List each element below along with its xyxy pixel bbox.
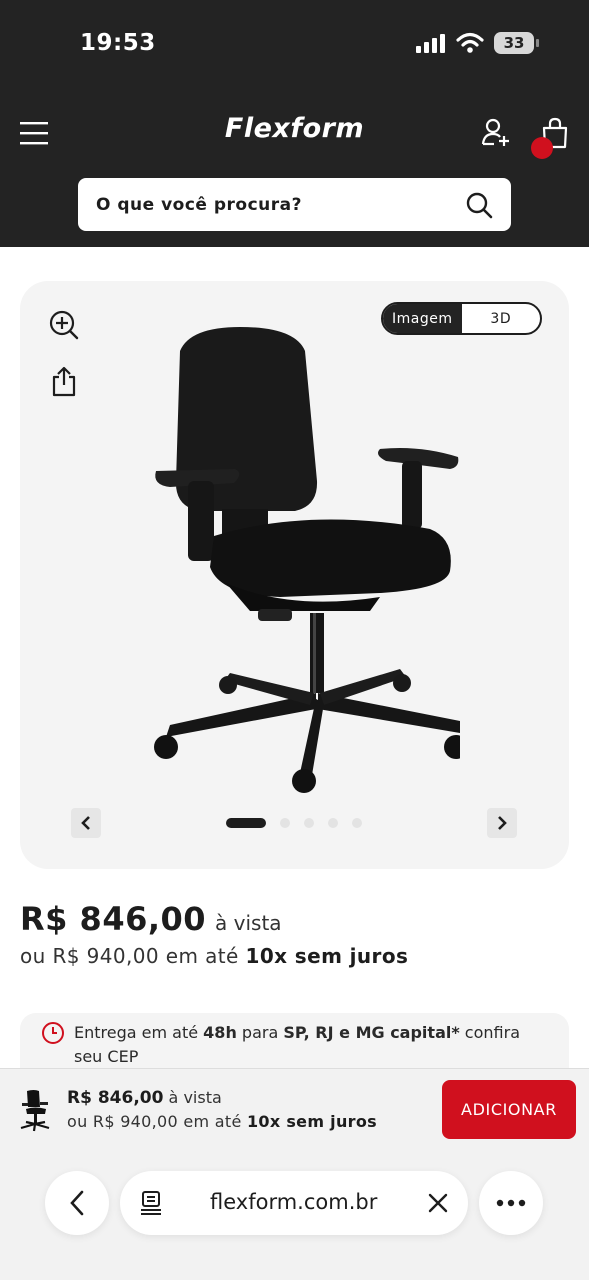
delivery-text-1: Entrega em até xyxy=(74,1023,204,1042)
battery-nub xyxy=(536,39,539,47)
gallery-next-button[interactable] xyxy=(487,808,517,838)
browser-url: flexform.com.br xyxy=(210,1190,378,1214)
reader-mode-icon[interactable] xyxy=(140,1190,164,1216)
sticky-price: R$ 846,00 à vista ou R$ 940,00 em até 10… xyxy=(67,1088,377,1131)
installment-price: ou R$ 940,00 em até 10x sem juros xyxy=(20,944,408,968)
search-input[interactable] xyxy=(96,194,465,215)
battery-indicator: 33 xyxy=(494,32,534,54)
price-block: R$ 846,00 à vista ou R$ 940,00 em até 10… xyxy=(20,900,408,968)
chevron-left-icon xyxy=(81,816,90,830)
zoom-in-icon[interactable] xyxy=(48,309,80,341)
product-thumbnail xyxy=(20,1090,50,1132)
delivery-text-2: para xyxy=(236,1023,284,1042)
user-add-icon[interactable] xyxy=(480,116,512,148)
browser-address-bar[interactable]: flexform.com.br xyxy=(120,1171,468,1235)
search-icon[interactable] xyxy=(465,191,493,219)
gallery-dot-5[interactable] xyxy=(352,818,362,828)
sticky-installment-prefix: ou R$ 940,00 em até xyxy=(67,1112,242,1131)
search-bar[interactable] xyxy=(78,178,511,231)
sticky-add-to-cart-bar: R$ 846,00 à vista ou R$ 940,00 em até 10… xyxy=(0,1068,589,1280)
share-icon[interactable] xyxy=(50,365,78,397)
signal-icon xyxy=(416,34,445,53)
add-to-cart-button[interactable]: ADICIONAR xyxy=(442,1080,576,1139)
cash-price: R$ 846,00 xyxy=(20,900,207,938)
delivery-time: 48h xyxy=(203,1023,237,1042)
gallery-dot-4[interactable] xyxy=(328,818,338,828)
installment-terms: 10x sem juros xyxy=(245,944,409,968)
delivery-regions: SP, RJ e MG capital* xyxy=(283,1023,460,1042)
status-time: 19:53 xyxy=(80,30,156,56)
close-icon[interactable] xyxy=(426,1191,450,1215)
chevron-right-icon xyxy=(498,816,507,830)
sticky-cash-price: R$ 846,00 xyxy=(67,1088,164,1108)
clock-icon xyxy=(42,1022,64,1044)
view-option-3d[interactable]: 3D xyxy=(462,304,541,333)
sticky-cash-suffix: à vista xyxy=(168,1088,222,1107)
gallery-dot-3[interactable] xyxy=(304,818,314,828)
product-gallery: Imagem 3D xyxy=(20,281,569,869)
more-dots-icon xyxy=(496,1199,526,1207)
installment-prefix: ou R$ 940,00 em até xyxy=(20,944,239,968)
gallery-prev-button[interactable] xyxy=(71,808,101,838)
browser-back-button[interactable] xyxy=(45,1171,109,1235)
app-header: 19:53 33 Flexform xyxy=(0,0,589,247)
status-icons: 33 xyxy=(416,30,539,56)
chevron-left-icon xyxy=(70,1190,84,1216)
browser-more-button[interactable] xyxy=(479,1171,543,1235)
product-image-office-chair xyxy=(154,327,460,793)
wifi-icon xyxy=(456,32,484,53)
cart-badge xyxy=(531,137,553,159)
sticky-installment-terms: 10x sem juros xyxy=(247,1112,377,1131)
gallery-dot-1[interactable] xyxy=(226,818,266,828)
gallery-pagination xyxy=(226,818,362,828)
gallery-dot-2[interactable] xyxy=(280,818,290,828)
cash-price-suffix: à vista xyxy=(215,911,282,935)
